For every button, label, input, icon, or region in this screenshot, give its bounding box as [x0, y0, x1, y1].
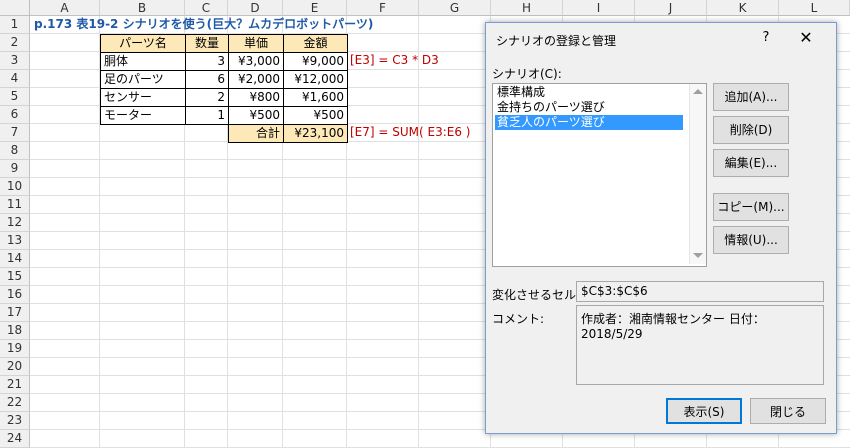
- row-header-15[interactable]: 15: [0, 268, 30, 286]
- row-header-7[interactable]: 7: [0, 124, 30, 142]
- column-header-f[interactable]: F: [347, 0, 419, 16]
- gridline: [418, 16, 419, 448]
- table-row-quantity[interactable]: 3: [185, 52, 229, 71]
- formula-note-e7[interactable]: [E7] = SUM( E3:E6 ): [347, 124, 474, 142]
- show-button[interactable]: 表示(S): [666, 398, 742, 424]
- changing-cells-label: 変化させるセル:: [492, 288, 581, 302]
- list-item[interactable]: 標準構成: [495, 85, 683, 100]
- row-header-1[interactable]: 1: [0, 16, 30, 34]
- total-label[interactable]: 合計: [228, 124, 284, 143]
- row-header-21[interactable]: 21: [0, 376, 30, 394]
- table-row-unit-price[interactable]: ¥2,000: [228, 70, 284, 89]
- table-row-unit-price[interactable]: ¥500: [228, 106, 284, 125]
- row-header-20[interactable]: 20: [0, 358, 30, 376]
- sheet-title[interactable]: p.173 表19-2 シナリオを使う(巨大？ムカデロボットパーツ): [31, 16, 376, 34]
- row-header-12[interactable]: 12: [0, 214, 30, 232]
- row-header-23[interactable]: 23: [0, 412, 30, 430]
- header-unit-price[interactable]: 単価: [228, 34, 284, 53]
- row-header-3[interactable]: 3: [0, 52, 30, 70]
- table-row-amount[interactable]: ¥1,600: [283, 88, 348, 107]
- select-all-corner[interactable]: [0, 0, 30, 16]
- column-header-j[interactable]: J: [635, 0, 707, 16]
- row-header-17[interactable]: 17: [0, 304, 30, 322]
- scroll-up-icon[interactable]: [693, 89, 703, 94]
- table-row-quantity[interactable]: 6: [185, 70, 229, 89]
- table-row-quantity[interactable]: 1: [185, 106, 229, 125]
- row-header-9[interactable]: 9: [0, 160, 30, 178]
- column-header-i[interactable]: I: [563, 0, 635, 16]
- column-header-g[interactable]: G: [419, 0, 491, 16]
- total-amount[interactable]: ¥23,100: [283, 124, 348, 143]
- scenarios-label: シナリオ(C):: [492, 67, 562, 81]
- row-header-18[interactable]: 18: [0, 322, 30, 340]
- help-icon[interactable]: ?: [756, 27, 776, 49]
- row-header-10[interactable]: 10: [0, 178, 30, 196]
- row-header-16[interactable]: 16: [0, 286, 30, 304]
- close-icon[interactable]: ✕: [792, 27, 820, 49]
- row-header-14[interactable]: 14: [0, 250, 30, 268]
- table-row-part-name[interactable]: 胴体: [100, 52, 186, 71]
- table-row-amount[interactable]: ¥500: [283, 106, 348, 125]
- table-row-amount[interactable]: ¥9,000: [283, 52, 348, 71]
- scenario-manager-dialog: シナリオの登録と管理 ? ✕ シナリオ(C): 標準構成 金持ちのパーツ選び 貧…: [485, 22, 837, 434]
- row-header-5[interactable]: 5: [0, 88, 30, 106]
- row-header-4[interactable]: 4: [0, 70, 30, 88]
- scenario-list-scrollbar[interactable]: [689, 84, 706, 264]
- column-header-c[interactable]: C: [185, 0, 228, 16]
- list-item-selected[interactable]: 貧乏人のパーツ選び: [495, 115, 683, 130]
- row-header-13[interactable]: 13: [0, 232, 30, 250]
- table-row-part-name[interactable]: 足のパーツ: [100, 70, 186, 89]
- table-row-unit-price[interactable]: ¥800: [228, 88, 284, 107]
- column-header-k[interactable]: K: [707, 0, 779, 16]
- delete-button[interactable]: 削除(D): [713, 116, 789, 144]
- column-header-h[interactable]: H: [491, 0, 563, 16]
- changing-cells-field: $C$3:$C$6: [576, 281, 824, 302]
- column-header-b[interactable]: B: [100, 0, 185, 16]
- scenario-list[interactable]: 標準構成 金持ちのパーツ選び 貧乏人のパーツ選び: [492, 83, 707, 267]
- column-header-e[interactable]: E: [283, 0, 347, 16]
- copy-button[interactable]: コピー(M)...: [713, 193, 789, 221]
- scroll-down-icon[interactable]: [693, 253, 703, 258]
- formula-note-e3[interactable]: [E3] = C3 * D3: [347, 52, 442, 70]
- table-row-quantity[interactable]: 2: [185, 88, 229, 107]
- column-header-l[interactable]: L: [779, 0, 850, 16]
- column-header-a[interactable]: A: [30, 0, 100, 16]
- table-row-part-name[interactable]: モーター: [100, 106, 186, 125]
- info-button[interactable]: 情報(U)...: [713, 226, 789, 254]
- row-header-24[interactable]: 24: [0, 430, 30, 448]
- header-part-name[interactable]: パーツ名: [100, 34, 186, 53]
- header-amount[interactable]: 金額: [283, 34, 348, 53]
- dialog-title: シナリオの登録と管理: [496, 34, 617, 48]
- table-row-part-name[interactable]: センサー: [100, 88, 186, 107]
- comment-field: 作成者：湘南情報センター 日付：2018/5/29: [576, 305, 824, 385]
- list-item[interactable]: 金持ちのパーツ選び: [495, 100, 683, 115]
- row-header-22[interactable]: 22: [0, 394, 30, 412]
- row-header-11[interactable]: 11: [0, 196, 30, 214]
- close-button[interactable]: 閉じる: [750, 398, 826, 424]
- row-header-2[interactable]: 2: [0, 34, 30, 52]
- table-row-unit-price[interactable]: ¥3,000: [228, 52, 284, 71]
- row-header-6[interactable]: 6: [0, 106, 30, 124]
- column-header-d[interactable]: D: [228, 0, 283, 16]
- row-header-8[interactable]: 8: [0, 142, 30, 160]
- add-button[interactable]: 追加(A)...: [713, 83, 789, 111]
- header-quantity[interactable]: 数量: [185, 34, 229, 53]
- comment-label: コメント:: [492, 312, 545, 326]
- edit-button[interactable]: 編集(E)...: [713, 149, 789, 177]
- table-row-amount[interactable]: ¥12,000: [283, 70, 348, 89]
- row-header-19[interactable]: 19: [0, 340, 30, 358]
